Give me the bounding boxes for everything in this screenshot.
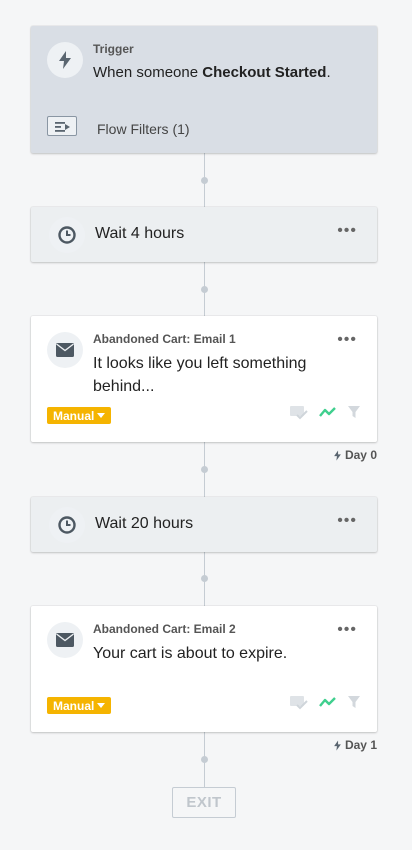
flow-filter-icon[interactable] — [47, 116, 77, 136]
email-title: Abandoned Cart: Email 2 — [93, 622, 236, 636]
wait-label: Wait 4 hours — [95, 225, 185, 242]
email-card-2[interactable]: Abandoned Cart: Email 2 Your cart is abo… — [31, 606, 377, 732]
envelope-icon — [47, 332, 83, 368]
trend-icon[interactable] — [319, 405, 337, 419]
day-badge: Day 1 — [333, 738, 377, 752]
lightning-icon — [334, 739, 341, 751]
smart-sending-icon[interactable] — [289, 404, 309, 420]
clock-icon — [49, 507, 85, 543]
day-badge: Day 0 — [333, 448, 377, 462]
more-options-icon[interactable]: ••• — [337, 223, 357, 239]
status-label: Manual — [53, 698, 95, 713]
lightning-icon — [334, 449, 341, 461]
trend-icon[interactable] — [319, 695, 337, 709]
connector-dot — [201, 575, 208, 582]
email-subject: It looks like you left something behind.… — [93, 355, 307, 395]
connector-dot — [201, 756, 208, 763]
connector-dot — [201, 286, 208, 293]
wait-card-2[interactable]: Wait 20 hours ••• — [31, 497, 377, 552]
more-options-icon[interactable]: ••• — [337, 622, 357, 638]
status-dropdown[interactable]: Manual — [47, 697, 112, 714]
caret-down-icon — [97, 703, 106, 708]
status-dropdown[interactable]: Manual — [47, 407, 112, 424]
envelope-icon — [47, 622, 83, 658]
more-options-icon[interactable]: ••• — [337, 513, 357, 529]
flow-filters-link[interactable]: Flow Filters (1) — [97, 121, 190, 137]
day-label: Day 1 — [344, 738, 377, 752]
day-label: Day 0 — [344, 448, 377, 462]
trigger-card[interactable]: Trigger When someone Checkout Started. F… — [31, 26, 377, 153]
more-options-icon[interactable]: ••• — [337, 332, 357, 348]
exit-node: EXIT — [172, 787, 236, 818]
email-card-1[interactable]: Abandoned Cart: Email 1 It looks like yo… — [31, 316, 377, 442]
lightning-icon — [47, 42, 83, 78]
wait-card-1[interactable]: Wait 4 hours ••• — [31, 207, 377, 262]
trigger-label: Trigger — [93, 42, 134, 56]
smart-sending-icon[interactable] — [289, 694, 309, 710]
trigger-event: Checkout Started — [202, 64, 327, 81]
trigger-description: When someone Checkout Started. — [93, 64, 331, 81]
caret-down-icon — [97, 413, 106, 418]
connector-dot — [201, 177, 208, 184]
email-subject: Your cart is about to expire. — [93, 645, 288, 662]
wait-label: Wait 20 hours — [95, 515, 194, 532]
clock-icon — [49, 217, 85, 253]
email-title: Abandoned Cart: Email 1 — [93, 332, 236, 346]
status-label: Manual — [53, 408, 95, 423]
filter-funnel-icon[interactable] — [347, 405, 361, 419]
filter-funnel-icon[interactable] — [347, 695, 361, 709]
connector-dot — [201, 466, 208, 473]
